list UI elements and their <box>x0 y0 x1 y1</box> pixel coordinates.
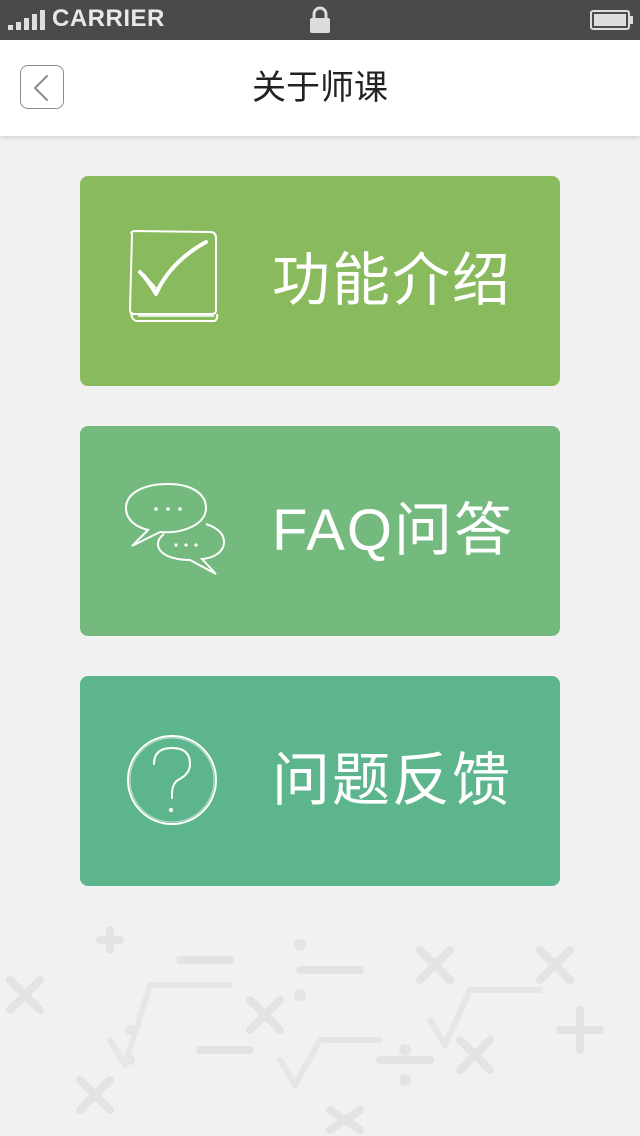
status-bar: CARRIER <box>0 0 640 40</box>
feature-intro-button[interactable]: 功能介绍 <box>80 176 560 386</box>
back-button[interactable] <box>20 65 64 109</box>
feedback-button[interactable]: 问题反馈 <box>80 676 560 886</box>
faq-label: FAQ问答 <box>272 498 515 563</box>
navigation-bar: 关于师课 <box>0 40 640 136</box>
feedback-label: 问题反馈 <box>272 748 513 813</box>
signal-icon <box>8 10 45 30</box>
checklist-icon <box>128 229 219 322</box>
faq-button[interactable]: FAQ问答 <box>80 426 560 636</box>
math-doodle-background <box>6 926 604 1134</box>
lock-icon <box>310 6 330 33</box>
carrier-label: CARRIER <box>52 5 165 32</box>
chat-bubbles-icon <box>124 482 226 575</box>
chevron-left-icon <box>34 75 48 101</box>
page-title: 关于师课 <box>252 69 388 107</box>
feature-intro-label: 功能介绍 <box>272 248 513 313</box>
battery-icon <box>590 10 633 30</box>
question-icon <box>127 735 217 825</box>
